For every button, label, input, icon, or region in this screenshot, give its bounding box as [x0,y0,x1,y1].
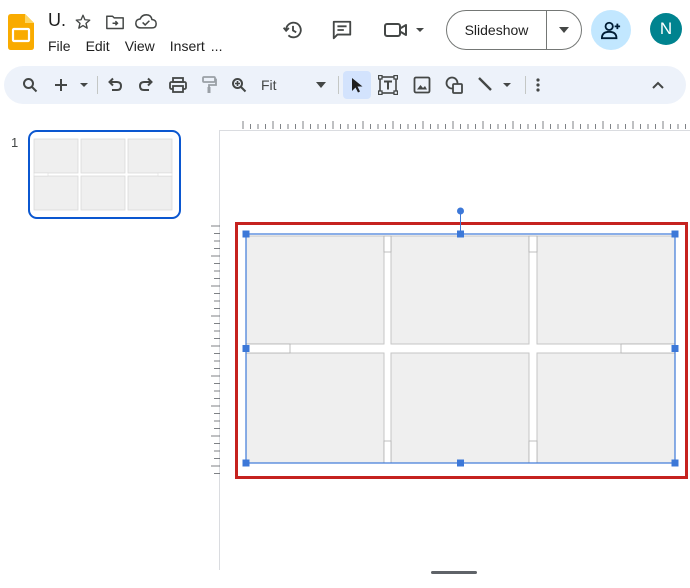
search-icon[interactable] [18,66,42,104]
menu-bar: File Edit View Insert ... [48,38,237,54]
menu-insert[interactable]: Insert [170,38,205,54]
menu-more[interactable]: ... [211,38,223,54]
zoom-value: Fit [261,77,277,93]
more-icon[interactable] [530,66,546,104]
scroll-indicator[interactable] [431,571,477,574]
line-icon[interactable] [475,66,519,104]
vertical-ruler[interactable] [209,222,221,482]
comment-icon[interactable] [330,18,354,42]
star-icon[interactable] [72,11,94,33]
document-title[interactable]: U. [48,10,66,31]
zoom-icon[interactable] [228,66,250,104]
video-camera-icon[interactable] [383,18,427,42]
slide-number: 1 [11,135,19,150]
chevron-down-icon [559,27,569,33]
zoom-dropdown[interactable]: Fit [258,66,330,104]
slide-thumbnail-preview [33,138,173,211]
add-icon[interactable] [52,66,92,104]
toolbar: Fit [4,66,686,104]
slide-thumbnail[interactable] [28,130,181,219]
toolbar-divider [97,76,98,94]
share-button[interactable] [591,10,631,50]
select-icon[interactable] [343,71,371,99]
history-icon[interactable] [281,18,305,42]
collapse-icon[interactable] [646,66,670,104]
print-icon[interactable] [166,66,190,104]
cloud-saved-icon[interactable] [135,11,157,33]
menu-view[interactable]: View [125,38,155,54]
image-icon[interactable] [410,66,434,104]
toolbar-divider [338,76,339,94]
paint-format-icon[interactable] [198,66,220,104]
menu-edit[interactable]: Edit [86,38,110,54]
text-box-icon[interactable] [376,66,400,104]
canvas-edge [219,130,690,131]
redo-icon[interactable] [135,66,157,104]
selected-image-grid[interactable] [238,205,684,475]
add-person-icon [600,21,621,40]
slideshow-button[interactable]: Slideshow [447,11,547,49]
chevron-down-icon [316,82,326,88]
undo-icon[interactable] [104,66,126,104]
slides-logo-icon[interactable] [8,14,34,50]
slideshow-button-group: Slideshow [446,10,582,50]
horizontal-ruler[interactable] [219,112,690,130]
menu-file[interactable]: File [48,38,71,54]
slideshow-dropdown[interactable] [547,11,581,49]
move-to-folder-icon[interactable] [104,11,126,33]
toolbar-divider [525,76,526,94]
shape-icon[interactable] [443,66,467,104]
avatar[interactable]: N [650,13,682,45]
